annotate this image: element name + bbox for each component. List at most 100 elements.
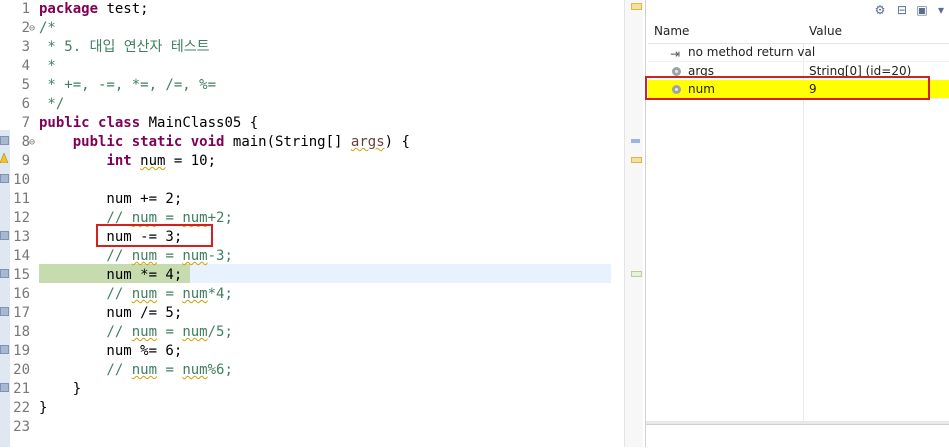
code-token: *	[39, 58, 56, 74]
code-line[interactable]: 20 // num = num%6;	[0, 361, 620, 380]
execution-marker[interactable]	[631, 271, 642, 277]
code-line[interactable]: 15 num *= 4;	[0, 266, 620, 285]
code-token: num += 2;	[39, 191, 183, 207]
line-number: 10	[13, 172, 30, 188]
code-line[interactable]: 18 // num = num/5;	[0, 323, 620, 342]
code-text: * +=, -=, *=, /=, %=	[39, 76, 216, 95]
show-type-names-icon[interactable]: ⚙	[872, 2, 888, 18]
code-line[interactable]: 17 num /= 5;	[0, 304, 620, 323]
column-header-name[interactable]: Name	[654, 24, 689, 38]
code-text: }	[39, 380, 81, 399]
warning-marker[interactable]	[631, 157, 642, 163]
code-line[interactable]: 19 num %= 6;	[0, 342, 620, 361]
code-text: public class MainClass05 {	[39, 114, 258, 133]
code-line[interactable]: 10	[0, 171, 620, 190]
code-token: ) {	[384, 134, 410, 150]
code-text: package test;	[39, 0, 149, 19]
code-token: args	[350, 134, 385, 150]
code-token: =	[157, 362, 183, 378]
code-line[interactable]: 12 // num = num+2;	[0, 209, 620, 228]
code-line[interactable]: 9 int num = 10;	[0, 152, 620, 171]
fold-toggle-icon[interactable]: ⊖	[29, 133, 35, 152]
code-line[interactable]: 16 // num = num*4;	[0, 285, 620, 304]
code-text: num %= 6;	[39, 342, 182, 361]
code-text: }	[39, 399, 47, 418]
line-number: 20	[13, 362, 30, 378]
line-number: 8	[21, 134, 30, 150]
variable-row-return[interactable]: ⇥ no method return val	[648, 43, 949, 62]
overview-ruler[interactable]	[624, 0, 643, 447]
code-token: num	[182, 286, 208, 302]
code-line[interactable]: 2 ⊖/*	[0, 19, 620, 38]
line-number: 6	[21, 96, 30, 112]
detail-pane[interactable]	[646, 424, 949, 448]
code-token: =	[157, 286, 183, 302]
code-token: public	[72, 134, 124, 150]
code-token: /*	[39, 20, 56, 36]
line-number: 1	[21, 1, 30, 17]
code-line[interactable]: 3 * 5. 대입 연산자 테스트	[0, 38, 620, 57]
line-number: 18	[13, 324, 30, 340]
annotation-box-num-row	[645, 76, 930, 100]
code-text: num *= 4;	[39, 266, 182, 285]
code-token: num %= 6;	[39, 343, 183, 359]
code-token: = 10;	[165, 153, 217, 169]
line-number: 11	[13, 191, 30, 207]
code-line[interactable]: 7 public class MainClass05 {	[0, 114, 620, 133]
code-token: num	[131, 248, 158, 264]
line-number: 15	[13, 267, 30, 283]
code-token: num	[131, 324, 158, 340]
code-line[interactable]: 1 package test;	[0, 0, 620, 19]
column-header-value[interactable]: Value	[809, 24, 842, 38]
line-number: 21	[13, 381, 30, 397]
code-token: num	[182, 362, 208, 378]
view-menu-icon[interactable]: ▾	[933, 2, 949, 18]
code-token: //	[39, 324, 132, 340]
code-line[interactable]: 21 }	[0, 380, 620, 399]
code-line[interactable]: 23	[0, 418, 620, 437]
local-variable-icon	[672, 67, 681, 76]
code-token: num /= 5;	[39, 305, 183, 321]
code-token: *4;	[207, 286, 233, 302]
code-token: num	[131, 362, 158, 378]
code-text: */	[39, 95, 64, 114]
code-token: void	[190, 134, 225, 150]
line-number: 13	[13, 229, 30, 245]
code-text: // num = num*4;	[39, 285, 233, 304]
code-text: num /= 5;	[39, 304, 182, 323]
code-text: int num = 10;	[39, 152, 216, 171]
code-token: num	[140, 153, 166, 169]
line-number: 5	[21, 77, 30, 93]
line-number: 14	[13, 248, 30, 264]
code-line[interactable]: 13 num -= 3;	[0, 228, 620, 247]
code-line[interactable]: 4 *	[0, 57, 620, 76]
line-number: 7	[21, 115, 30, 131]
code-line[interactable]: 14 // num = num-3;	[0, 247, 620, 266]
code-line[interactable]: 6 */	[0, 95, 620, 114]
code-text: /*	[39, 19, 56, 38]
occurrence-marker[interactable]	[631, 139, 640, 143]
code-line[interactable]: 8 ⊖ public static void main(String[] args…	[0, 133, 620, 152]
code-token: %6;	[207, 362, 233, 378]
code-editor[interactable]: 1 package test; 2 ⊖/* 3 * 5. 대입 연산자 테스트 4 * 5 …	[0, 0, 620, 447]
variables-view[interactable]: ⚙ ⊟ ▣ ▾ Name Value ⇥ no method return va…	[645, 0, 949, 448]
code-line[interactable]: 5 * +=, -=, *=, /=, %=	[0, 76, 620, 95]
code-token: * +=, -=, *=, /=, %=	[39, 77, 217, 93]
line-number: 2	[21, 20, 30, 36]
code-line[interactable]: 22}	[0, 399, 620, 418]
code-line[interactable]: 11 num += 2;	[0, 190, 620, 209]
line-number: 17	[13, 305, 30, 321]
show-logical-structure-icon[interactable]: ▣	[914, 2, 930, 18]
code-token: num	[131, 286, 158, 302]
code-token: num	[182, 248, 208, 264]
fold-toggle-icon[interactable]: ⊖	[29, 19, 35, 38]
collapse-all-icon[interactable]: ⊟	[894, 2, 910, 18]
code-token: }	[39, 381, 82, 397]
warning-marker[interactable]	[631, 3, 642, 10]
